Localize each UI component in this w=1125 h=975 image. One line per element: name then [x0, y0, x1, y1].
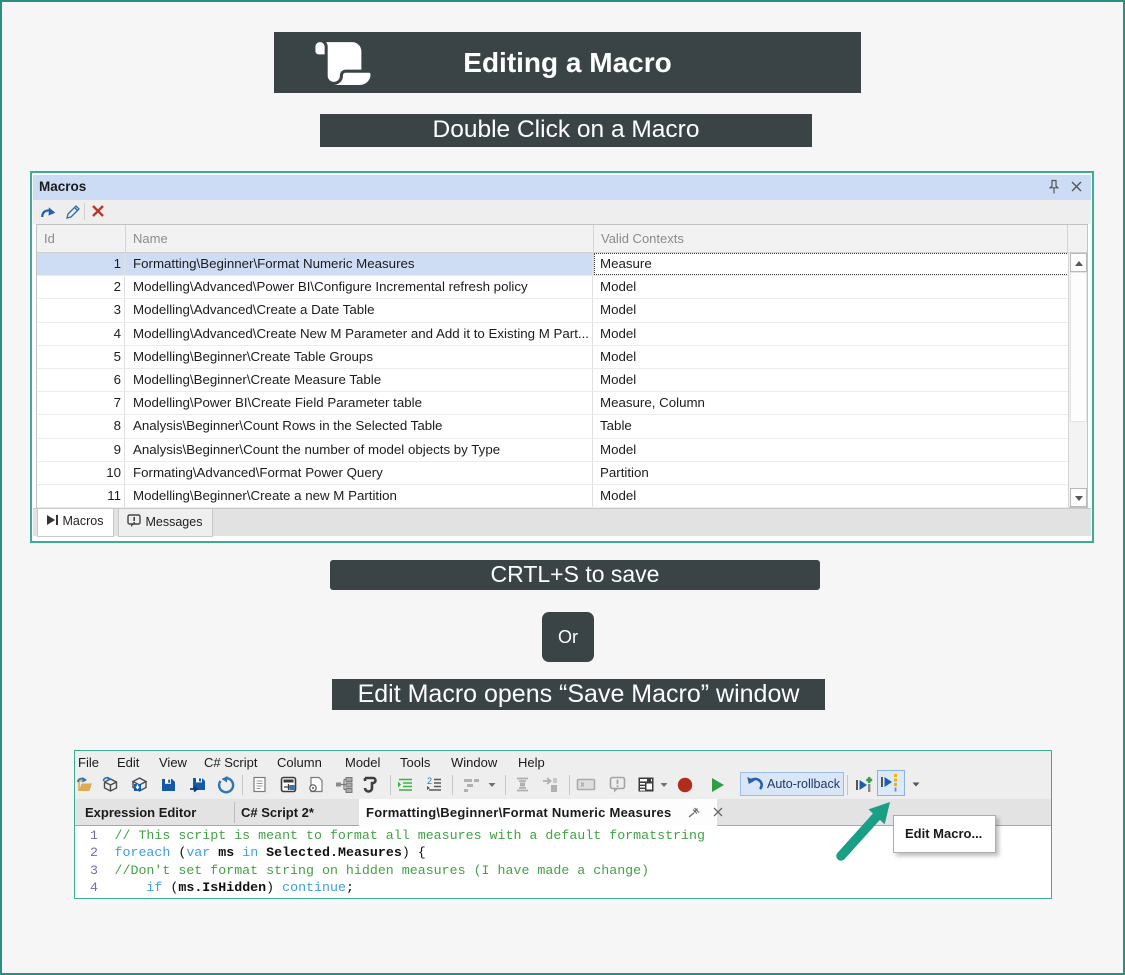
svg-text:2: 2: [427, 776, 432, 786]
